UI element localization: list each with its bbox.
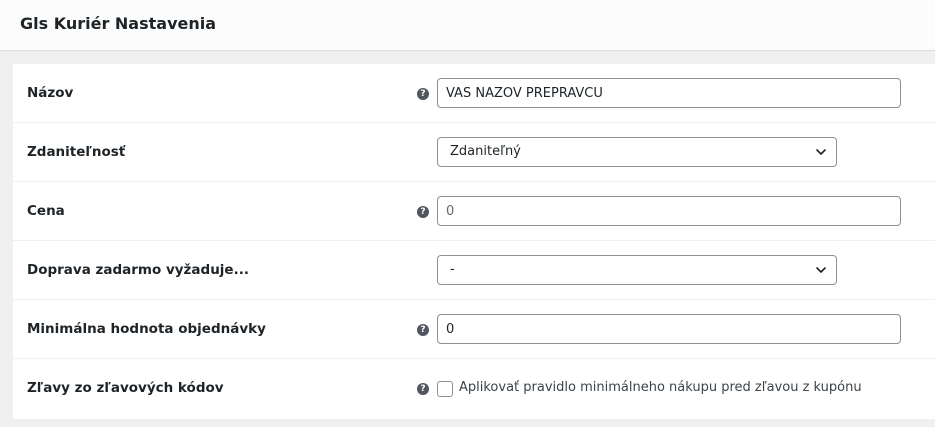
cost-label: Cena <box>27 203 65 219</box>
question-circle-icon[interactable]: ? <box>417 88 429 100</box>
chevron-down-icon <box>816 267 826 273</box>
question-circle-icon[interactable]: ? <box>417 324 429 336</box>
modal-title: Gls Kuriér Nastavenia <box>20 14 217 33</box>
settings-form: Názov ? Zdaniteľnosť Zdaniteľný Cena ? D… <box>13 64 935 419</box>
cost-input[interactable] <box>437 196 901 226</box>
form-row-coupon-discounts: Zľavy zo zľavových kódov ? Aplikovať pra… <box>13 359 935 418</box>
form-row-title: Názov ? <box>13 64 935 123</box>
coupon-discounts-label: Zľavy zo zľavových kódov <box>27 380 224 396</box>
tax-status-selected-value: Zdaniteľný <box>450 144 521 159</box>
free-shipping-selected-value: - <box>450 262 455 277</box>
question-circle-icon[interactable]: ? <box>417 206 429 218</box>
question-circle-icon[interactable]: ? <box>417 383 429 395</box>
min-amount-label: Minimálna hodnota objednávky <box>27 321 266 337</box>
modal-header: Gls Kuriér Nastavenia <box>0 0 935 51</box>
form-row-free-shipping: Doprava zadarmo vyžaduje... - <box>13 241 935 300</box>
form-row-min-amount: Minimálna hodnota objednávky ? <box>13 300 935 359</box>
form-row-cost: Cena ? <box>13 182 935 241</box>
coupon-discounts-checkbox[interactable] <box>437 381 453 397</box>
coupon-discounts-checkbox-label[interactable]: Aplikovať pravidlo minimálneho nákupu pr… <box>459 379 862 397</box>
free-shipping-select[interactable]: - <box>437 255 837 285</box>
free-shipping-label: Doprava zadarmo vyžaduje... <box>27 262 249 278</box>
min-amount-input[interactable] <box>437 314 901 344</box>
tax-status-select[interactable]: Zdaniteľný <box>437 137 837 167</box>
title-label: Názov <box>27 85 74 101</box>
chevron-down-icon <box>816 149 826 155</box>
form-row-tax-status: Zdaniteľnosť Zdaniteľný <box>13 123 935 182</box>
shipping-settings-modal: Gls Kuriér Nastavenia Názov ? Zdaniteľno… <box>0 0 935 427</box>
title-input[interactable] <box>437 78 901 108</box>
tax-status-label: Zdaniteľnosť <box>27 144 126 160</box>
